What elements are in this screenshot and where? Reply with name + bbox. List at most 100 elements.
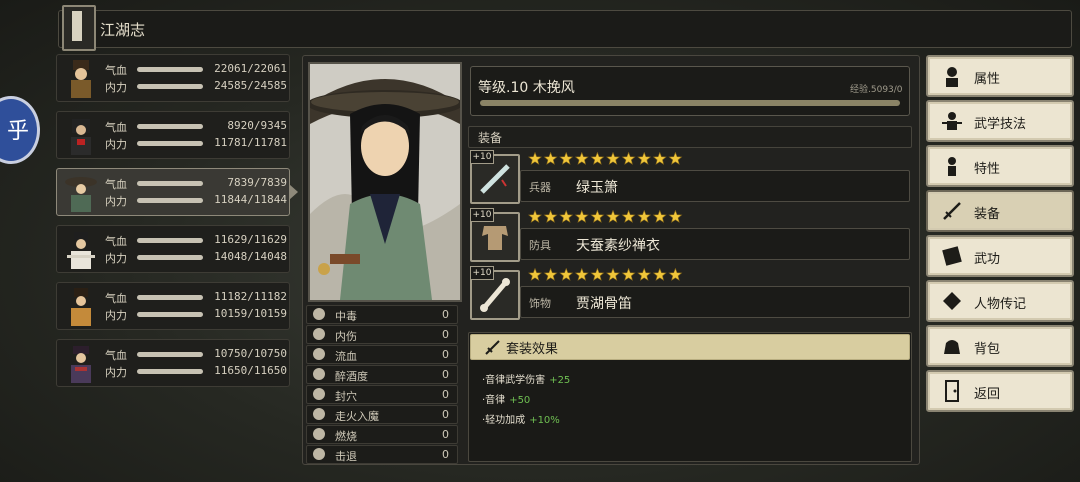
knockback-icon bbox=[313, 448, 325, 460]
equipment-name: 天蚕素纱禅衣 bbox=[576, 238, 660, 254]
equipment-type: 饰物 bbox=[529, 297, 551, 310]
robe-icon[interactable]: +10 bbox=[470, 208, 520, 262]
star-icon bbox=[606, 210, 620, 223]
menu-biography-button[interactable]: 人物传记 bbox=[926, 280, 1074, 322]
star-icon bbox=[543, 152, 558, 165]
star-rating bbox=[528, 152, 683, 165]
menu-kungfu-button[interactable]: 武功 bbox=[926, 235, 1074, 277]
equipment-slot[interactable]: 饰物 贾湖骨笛 bbox=[520, 286, 910, 318]
sword-icon bbox=[485, 340, 500, 355]
star-icon bbox=[652, 268, 667, 281]
mp-value: 14048/14048 bbox=[214, 250, 287, 263]
mp-label: 内力 bbox=[105, 252, 127, 265]
status-label: 封穴 bbox=[335, 390, 357, 403]
bag-icon bbox=[944, 340, 960, 354]
status-value: 0 bbox=[442, 388, 449, 401]
hp-bar bbox=[137, 181, 203, 186]
book-icon bbox=[62, 5, 96, 51]
star-icon bbox=[528, 152, 542, 165]
exp-text: 经验.5093/0 bbox=[850, 85, 903, 95]
bone-flute-icon[interactable]: +10 bbox=[470, 266, 520, 320]
character-card-1[interactable]: 气血 22061/22061 内力 24585/24585 bbox=[56, 54, 290, 102]
character-card-2[interactable]: 气血 8920/9345 内力 11781/11781 bbox=[56, 111, 290, 159]
character-card-4[interactable]: 气血 11629/11629 内力 14048/14048 bbox=[56, 225, 290, 273]
set-effect-bonus: +25 bbox=[549, 375, 571, 386]
equipment-row-armor[interactable]: +10 防具 天蚕素纱禅衣 bbox=[468, 208, 910, 262]
level-name: 等级.10 木挽风 bbox=[478, 80, 575, 96]
character-card-5[interactable]: 气血 11182/11182 内力 10159/10159 bbox=[56, 282, 290, 330]
enhance-level: +10 bbox=[470, 266, 494, 280]
star-icon bbox=[574, 268, 589, 281]
sword-icon bbox=[943, 202, 961, 220]
character-avatar bbox=[71, 60, 91, 98]
star-icon bbox=[668, 210, 683, 223]
enhance-level: +10 bbox=[470, 208, 494, 222]
mp-bar bbox=[137, 369, 203, 374]
trait-icon bbox=[948, 157, 956, 176]
menu-equipment-button[interactable]: 装备 bbox=[926, 190, 1074, 232]
status-value: 0 bbox=[442, 448, 449, 461]
mp-label: 内力 bbox=[105, 309, 127, 322]
set-effect-line: ·音律武学伤害 +25 bbox=[482, 371, 570, 386]
menu-back-button[interactable]: 返回 bbox=[926, 370, 1074, 412]
menu-label: 背包 bbox=[974, 342, 1001, 357]
status-row: 走火入魔 0 bbox=[306, 405, 458, 424]
equip-header bbox=[468, 126, 912, 148]
equipment-type: 兵器 bbox=[529, 181, 551, 194]
hp-value: 10750/10750 bbox=[214, 347, 287, 360]
hp-value: 7839/7839 bbox=[227, 176, 287, 189]
selected-arrow-icon bbox=[289, 184, 298, 200]
star-icon bbox=[574, 152, 589, 165]
status-value: 0 bbox=[442, 328, 449, 341]
skull-icon bbox=[313, 308, 325, 320]
hp-value: 22061/22061 bbox=[214, 62, 287, 75]
madness-icon bbox=[313, 408, 325, 420]
character-avatar bbox=[65, 177, 97, 212]
hp-label: 气血 bbox=[105, 292, 127, 305]
menu-label: 武学技法 bbox=[974, 117, 1027, 132]
equipment-slot[interactable]: 防具 天蚕素纱禅衣 bbox=[520, 228, 910, 260]
star-icon bbox=[543, 268, 558, 281]
drunk-icon bbox=[313, 368, 325, 380]
star-icon bbox=[559, 152, 574, 165]
side-button-label: 乎 bbox=[7, 119, 30, 144]
star-icon bbox=[528, 268, 542, 281]
status-row: 流血 0 bbox=[306, 345, 458, 364]
equipment-row-accessory[interactable]: +10 饰物 贾湖骨笛 bbox=[468, 266, 910, 320]
star-icon bbox=[652, 152, 667, 165]
star-icon bbox=[606, 268, 620, 281]
hp-label: 气血 bbox=[105, 349, 127, 362]
equip-header-label: 装备 bbox=[478, 131, 503, 145]
menu-martial-skill-button[interactable]: 武学技法 bbox=[926, 100, 1074, 142]
mp-label: 内力 bbox=[105, 138, 127, 151]
star-icon bbox=[621, 152, 636, 165]
equipment-slot[interactable]: 兵器 绿玉箫 bbox=[520, 170, 910, 202]
character-card-3[interactable]: 气血 7839/7839 内力 11844/11844 bbox=[56, 168, 290, 216]
fire-icon bbox=[313, 428, 325, 440]
status-row: 醉酒度 0 bbox=[306, 365, 458, 384]
equipment-row-weapon[interactable]: +10 兵器 绿玉箫 bbox=[468, 150, 910, 204]
menu-bag-button[interactable]: 背包 bbox=[926, 325, 1074, 367]
menu-attributes-button[interactable]: 属性 bbox=[926, 55, 1074, 97]
star-icon bbox=[637, 268, 652, 281]
side-floating-button[interactable]: 乎 bbox=[0, 96, 40, 164]
status-label: 内伤 bbox=[335, 330, 357, 343]
hp-label: 气血 bbox=[105, 178, 127, 191]
enhance-level: +10 bbox=[470, 150, 494, 164]
star-icon bbox=[668, 152, 683, 165]
menu-trait-button[interactable]: 特性 bbox=[926, 145, 1074, 187]
menu-label: 属性 bbox=[974, 72, 1001, 87]
set-effect-bonus: +10% bbox=[529, 415, 560, 426]
flute-icon[interactable]: +10 bbox=[470, 150, 520, 204]
star-icon bbox=[559, 210, 574, 223]
status-row: 击退 0 bbox=[306, 445, 458, 464]
status-value: 0 bbox=[442, 308, 449, 321]
character-avatar bbox=[71, 288, 91, 326]
star-icon bbox=[652, 210, 667, 223]
status-label: 流血 bbox=[335, 350, 357, 363]
star-icon bbox=[590, 210, 605, 223]
character-card-6[interactable]: 气血 10750/10750 内力 11650/11650 bbox=[56, 339, 290, 387]
mp-label: 内力 bbox=[105, 195, 127, 208]
mp-value: 11844/11844 bbox=[214, 193, 287, 206]
manual-icon bbox=[942, 246, 962, 266]
